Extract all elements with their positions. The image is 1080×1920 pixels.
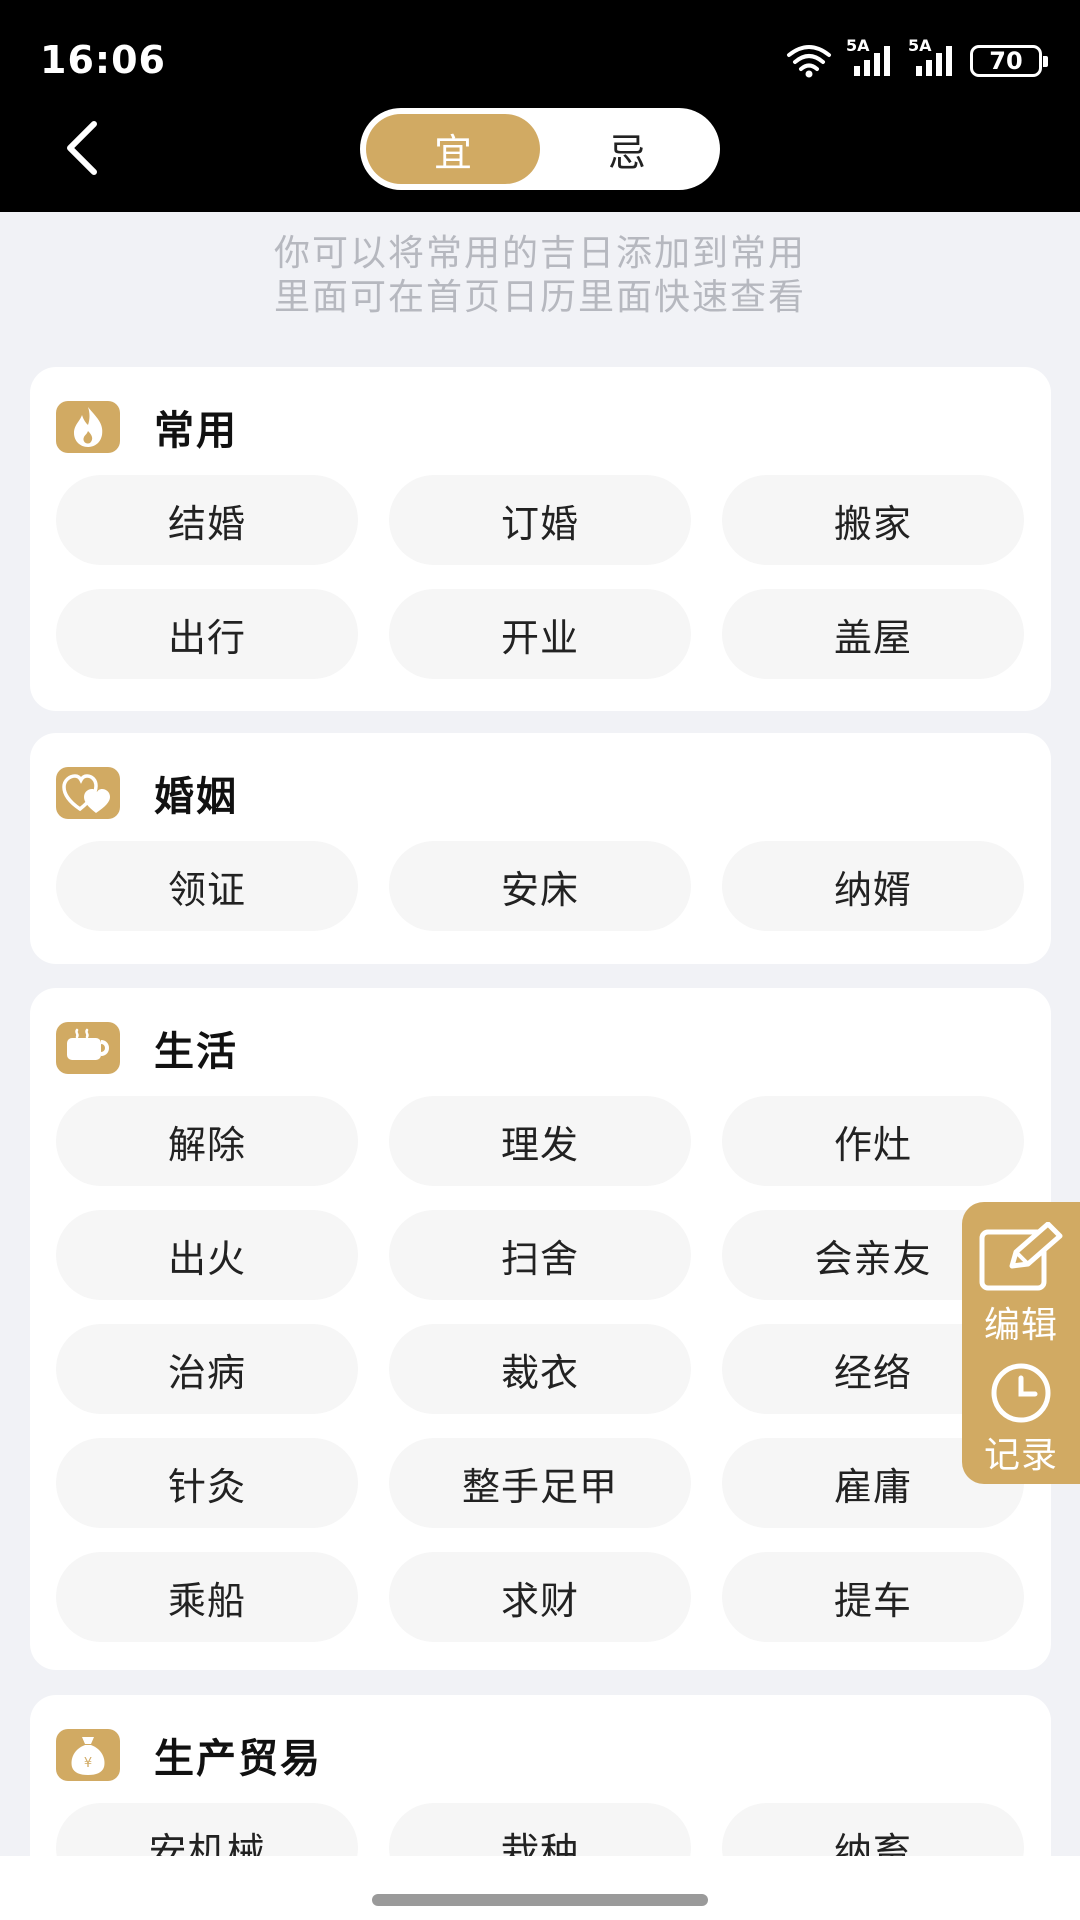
category-card-marriage: 婚姻 领证 安床 纳婿 (30, 733, 1051, 964)
chip-tiche[interactable]: 提车 (722, 1552, 1024, 1642)
chip-grid: 结婚 订婚 搬家 出行 开业 盖屋 (56, 475, 1024, 679)
tab-ji[interactable]: 忌 (540, 114, 714, 184)
top-bar: 16:06 5A 5A 70 宜 忌 (0, 0, 1080, 212)
chip-kaiye[interactable]: 开业 (389, 589, 691, 679)
chip-jiehun[interactable]: 结婚 (56, 475, 358, 565)
chip-qiucai[interactable]: 求财 (389, 1552, 691, 1642)
record-button[interactable]: 记录 (981, 1362, 1061, 1478)
chip-zhenjiu[interactable]: 针灸 (56, 1438, 358, 1528)
wifi-icon (786, 44, 832, 78)
bottom-nav-area (0, 1856, 1080, 1920)
cup-icon (56, 1022, 120, 1074)
hint-text: 你可以将常用的吉日添加到常用 里面可在首页日历里面快速查看 (273, 233, 806, 318)
tab-yi[interactable]: 宜 (366, 114, 540, 184)
category-title: 常用 (154, 408, 238, 454)
chip-caiyi[interactable]: 裁衣 (389, 1324, 691, 1414)
yi-ji-toggle: 宜 忌 (360, 108, 720, 190)
svg-text:¥: ¥ (84, 1756, 92, 1771)
category-header: 常用 (56, 397, 238, 457)
category-header: 婚姻 (56, 763, 238, 823)
chip-jiechu[interactable]: 解除 (56, 1096, 358, 1186)
cell-signal-icon: 5A (846, 36, 894, 78)
floating-side-panel: 编辑 记录 (962, 1202, 1080, 1484)
chip-grid: 领证 安床 纳婿 (56, 841, 1024, 931)
edit-icon (979, 1222, 1063, 1291)
chip-zuozao[interactable]: 作灶 (722, 1096, 1024, 1186)
home-indicator[interactable] (372, 1894, 708, 1906)
cell-signal-icon: 5A (908, 36, 956, 78)
status-icons: 5A 5A 70 (786, 36, 1048, 78)
clock-icon (991, 1363, 1051, 1423)
category-title: 生活 (154, 1029, 238, 1075)
edit-button[interactable]: 编辑 (976, 1222, 1066, 1348)
category-header: ¥ 生产贸易 (56, 1725, 322, 1785)
chip-lingzheng[interactable]: 领证 (56, 841, 358, 931)
category-title: 婚姻 (154, 774, 238, 820)
hearts-icon (56, 767, 120, 819)
chip-saoshe[interactable]: 扫舍 (389, 1210, 691, 1300)
record-label: 记录 (983, 1435, 1058, 1476)
back-button[interactable] (56, 118, 116, 178)
chip-anchuang[interactable]: 安床 (389, 841, 691, 931)
chevron-left-icon (67, 121, 97, 175)
category-title: 生产贸易 (154, 1736, 322, 1782)
chip-naxu[interactable]: 纳婿 (722, 841, 1024, 931)
chip-gaiwu[interactable]: 盖屋 (722, 589, 1024, 679)
category-card-common: 常用 结婚 订婚 搬家 出行 开业 盖屋 (30, 367, 1051, 711)
category-card-life: 生活 解除 理发 作灶 出火 扫舍 会亲友 治病 裁衣 经络 针灸 整手足甲 雇… (30, 988, 1051, 1670)
chip-grid: 解除 理发 作灶 出火 扫舍 会亲友 治病 裁衣 经络 针灸 整手足甲 雇庸 乘… (56, 1096, 1024, 1642)
flame-icon (56, 401, 120, 453)
edit-label: 编辑 (983, 1305, 1058, 1346)
chip-chengchuan[interactable]: 乘船 (56, 1552, 358, 1642)
chip-zhengshouzujia[interactable]: 整手足甲 (389, 1438, 691, 1528)
category-header: 生活 (56, 1018, 238, 1078)
chip-lifa[interactable]: 理发 (389, 1096, 691, 1186)
battery-icon: 70 (970, 45, 1048, 77)
money-bag-icon: ¥ (56, 1729, 120, 1781)
chip-dinghun[interactable]: 订婚 (389, 475, 691, 565)
chip-chuxing[interactable]: 出行 (56, 589, 358, 679)
chip-zhibing[interactable]: 治病 (56, 1324, 358, 1414)
chip-banjia[interactable]: 搬家 (722, 475, 1024, 565)
chip-chuhuo[interactable]: 出火 (56, 1210, 358, 1300)
status-time: 16:06 (40, 38, 166, 82)
